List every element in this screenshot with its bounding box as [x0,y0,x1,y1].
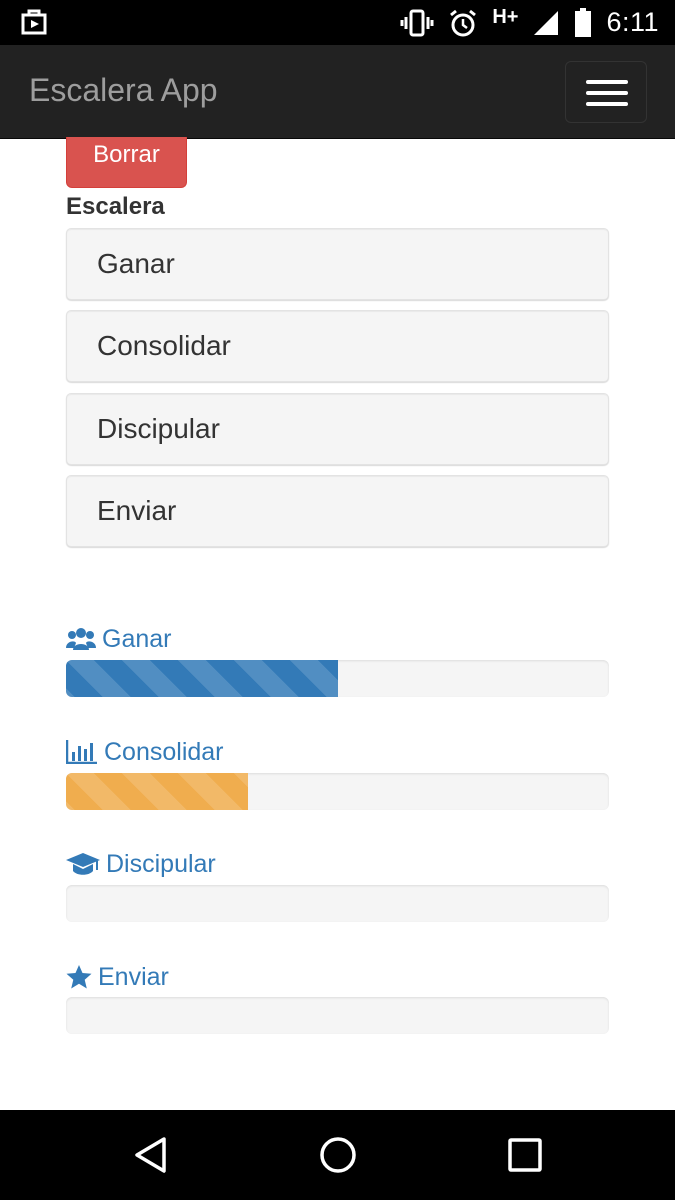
navbar-brand[interactable]: Escalera App [29,70,218,110]
step-button-consolidar[interactable]: Consolidar [66,310,609,382]
progress-label-consolidar: Consolidar [66,737,224,767]
signal-icon [534,10,559,35]
step-button-discipular[interactable]: Discipular [66,393,609,465]
step-button-ganar[interactable]: Ganar [66,228,609,300]
progress-bar-consolidar [66,773,248,810]
progress-label-discipular: Discipular [66,849,216,879]
progress-track-ganar [66,660,609,697]
step-button-enviar[interactable]: Enviar [66,475,609,547]
network-type: H+ [492,6,519,28]
home-icon[interactable] [318,1135,358,1175]
section-title: Escalera [66,193,165,220]
progress-label-text: Ganar [102,624,172,653]
store-bag-icon [21,9,47,35]
star-icon [66,965,92,989]
vibrate-icon [400,9,434,36]
progress-label-ganar: Ganar [66,624,171,654]
progress-bar-ganar [66,660,338,697]
progress-label-text: Enviar [98,962,169,991]
progress-label-text: Consolidar [104,737,224,766]
hamburger-menu-button[interactable] [565,61,647,123]
progress-track-consolidar [66,773,609,810]
alarm-icon [450,9,477,36]
back-icon[interactable] [131,1135,171,1175]
progress-label-enviar: Enviar [66,962,169,992]
progress-track-discipular [66,885,609,922]
graduation-cap-icon [66,853,100,875]
bar-chart-icon [66,740,97,764]
status-bar: H+ 6:11 [0,0,675,45]
recents-icon[interactable] [505,1135,545,1175]
progress-track-enviar [66,997,609,1034]
battery-icon [575,7,592,37]
clock: 6:11 [606,7,659,37]
users-icon [66,628,96,650]
navbar: Escalera App [0,45,675,139]
delete-button[interactable]: Borrar [66,137,187,188]
progress-label-text: Discipular [106,849,216,878]
system-navigation-bar [0,1110,675,1200]
